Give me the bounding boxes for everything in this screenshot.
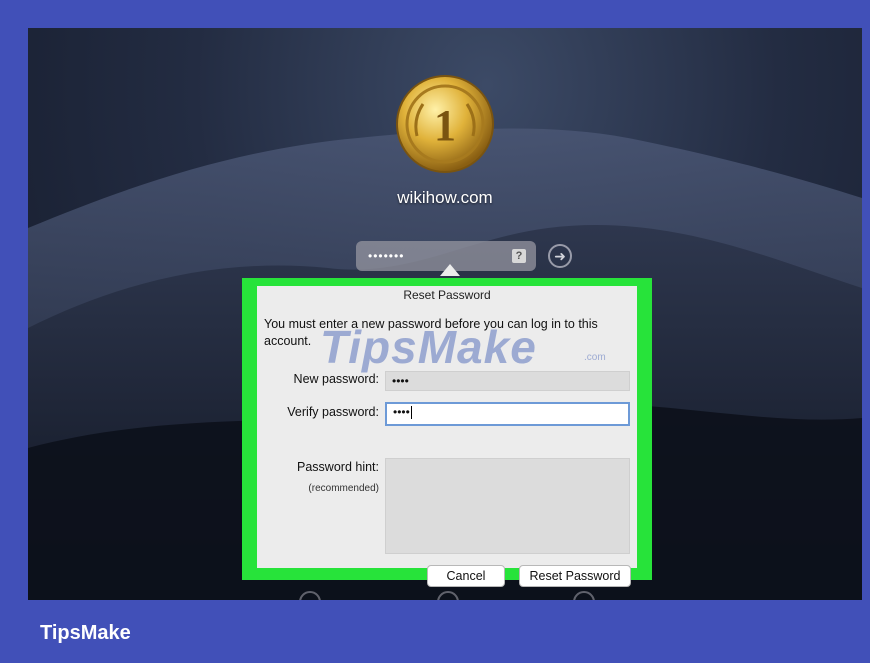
new-password-label: New password: xyxy=(293,372,379,386)
verify-password-value: •••• xyxy=(393,405,410,419)
svg-text:1: 1 xyxy=(434,101,456,150)
verify-password-field[interactable]: •••• xyxy=(385,402,630,426)
footer-brand: TipsMake xyxy=(40,622,131,644)
reset-password-button[interactable]: Reset Password xyxy=(519,565,631,587)
new-password-field[interactable]: •••• xyxy=(385,371,630,391)
new-password-value: •••• xyxy=(392,374,409,388)
username-label: wikihow.com xyxy=(397,188,493,207)
verify-password-label: Verify password: xyxy=(287,405,379,419)
dialog-message: You must enter a new password before you… xyxy=(264,317,598,348)
lock-screen: 1 wikihow.com ••••••• ? ➜ Reset Password… xyxy=(28,28,862,600)
login-password-mask: ••••••• xyxy=(368,249,405,263)
password-hint-field[interactable] xyxy=(385,458,630,554)
question-icon[interactable]: ? xyxy=(512,249,526,263)
popover-pointer xyxy=(440,264,460,276)
user-avatar: 1 xyxy=(396,75,494,173)
password-hint-sublabel: (recommended) xyxy=(308,483,379,494)
cancel-button[interactable]: Cancel xyxy=(427,565,505,587)
text-caret xyxy=(410,406,412,420)
dialog-title: Reset Password xyxy=(403,288,491,302)
password-hint-label: Password hint: xyxy=(297,460,379,474)
reset-password-dialog: Reset Password You must enter a new pass… xyxy=(257,286,637,587)
arrow-right-icon[interactable]: ➜ xyxy=(548,244,572,268)
